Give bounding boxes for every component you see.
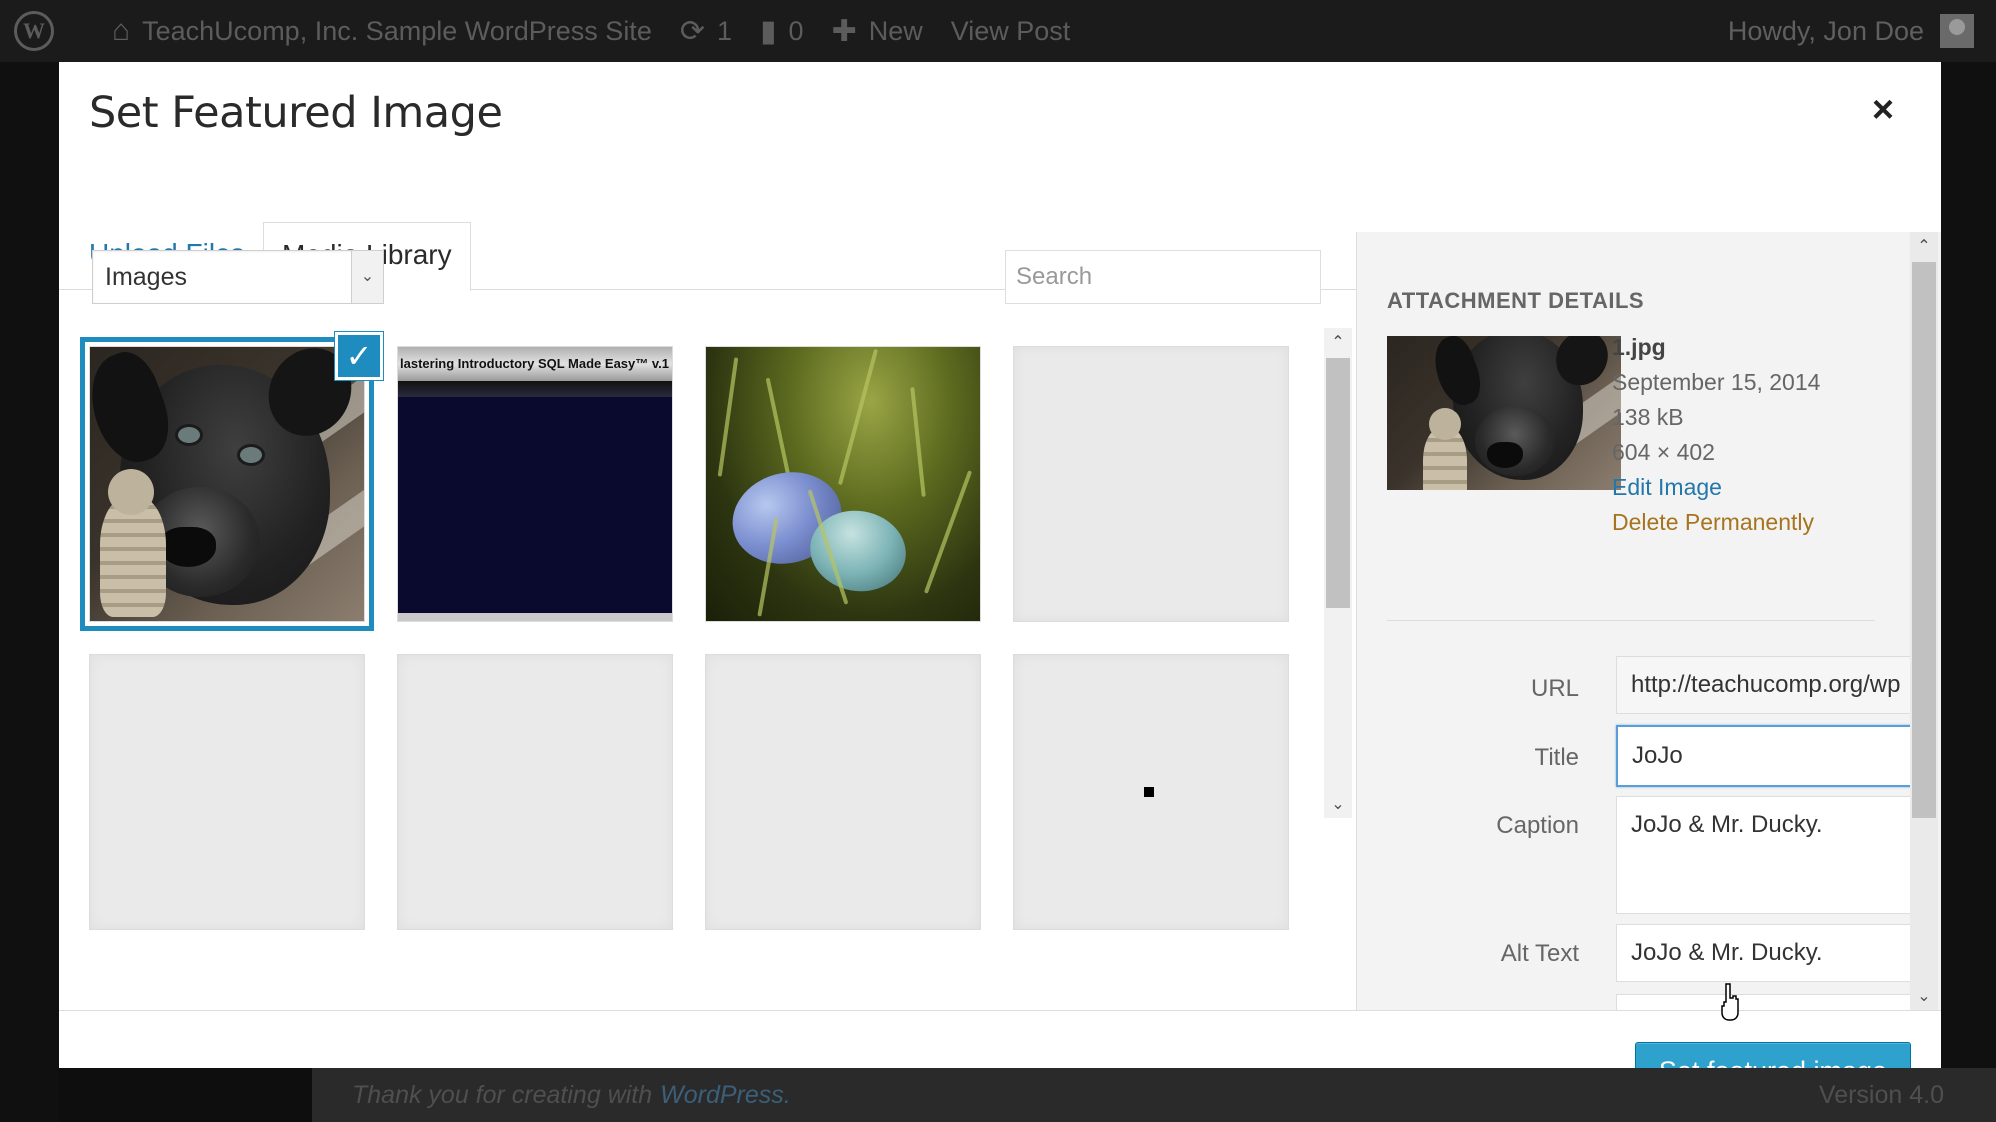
edit-image-link[interactable]: Edit Image (1612, 470, 1820, 505)
media-item-blank[interactable] (89, 654, 365, 930)
wordpress-link[interactable]: WordPress. (660, 1081, 791, 1110)
backdrop-left (0, 62, 59, 1122)
sql-banner-bar (398, 381, 672, 397)
new-content-link[interactable]: ✚ New (818, 0, 937, 62)
site-name-link[interactable]: ⌂ TeachUcomp, Inc. Sample WordPress Site (98, 0, 666, 62)
attachment-details-panel: ATTACHMENT DETAILS 1.jpg September 15, 2… (1356, 232, 1941, 1024)
media-item-blank[interactable] (705, 654, 981, 930)
comments-link[interactable]: ▮ 0 (746, 0, 818, 62)
comment-icon: ▮ (760, 14, 777, 48)
attachment-meta: 1.jpg September 15, 2014 138 kB 604 × 40… (1612, 330, 1820, 540)
background-footer: Thank you for creating with WordPress. V… (312, 1068, 1996, 1122)
home-icon: ⌂ (112, 14, 131, 47)
sql-banner-bottom (398, 613, 672, 621)
new-label: New (868, 15, 923, 46)
set-featured-image-button[interactable]: Set featured image (1635, 1042, 1911, 1068)
media-item-blank[interactable] (1013, 346, 1289, 622)
comments-count: 0 (788, 15, 804, 46)
thanks-text: Thank you for creating with (352, 1080, 653, 1109)
account-menu[interactable]: Howdy, Jon Doe (1728, 14, 1996, 48)
dog-nose (1487, 442, 1523, 468)
attachment-size: 138 kB (1612, 404, 1684, 430)
caption-field[interactable]: JoJo & Mr. Ducky. (1616, 796, 1934, 914)
selected-check-icon[interactable]: ✓ (335, 332, 383, 380)
grass-blade (765, 377, 791, 477)
toy-duck (100, 469, 166, 617)
version-text: Version 4.0 (1818, 1080, 1944, 1109)
updates-icon: ⟳ (679, 14, 705, 48)
scroll-down-icon[interactable]: ⌄ (1324, 790, 1352, 818)
toy-duck (1423, 408, 1467, 490)
dog-photo (90, 347, 364, 621)
dog-eye (178, 427, 200, 443)
media-type-select[interactable]: Images ⌄ (92, 250, 384, 304)
dog-nose (160, 527, 216, 567)
alt-text-label: Alt Text (1500, 940, 1579, 967)
close-icon[interactable]: × (1863, 90, 1903, 130)
site-name-label: TeachUcomp, Inc. Sample WordPress Site (142, 15, 652, 46)
title-field[interactable]: JoJo (1616, 725, 1934, 787)
media-item-eggs[interactable] (705, 346, 981, 622)
media-item-sql[interactable]: lastering Introductory SQL Made Easy™ v.… (397, 346, 673, 622)
details-divider (1387, 620, 1875, 621)
media-type-selected: Images (105, 263, 187, 291)
updates-count: 1 (716, 15, 733, 46)
modal-title: Set Featured Image (89, 88, 503, 138)
media-modal: Set Featured Image × Upload Files Media … (59, 62, 1941, 1068)
dog-eye (240, 447, 262, 463)
scroll-up-icon[interactable]: ⌃ (1324, 328, 1352, 356)
hand-cursor-icon (1721, 983, 1739, 1021)
title-label: Title (1534, 744, 1579, 771)
url-label: URL (1530, 675, 1579, 702)
grid-scrollbar[interactable]: ⌃ ⌄ (1324, 328, 1352, 818)
attachment-filename: 1.jpg (1612, 334, 1666, 360)
plus-icon: ✚ (831, 14, 857, 48)
media-item-dog[interactable] (80, 337, 374, 631)
updates-link[interactable]: ⟳ 1 (666, 0, 746, 62)
admin-bar: W ⌂ TeachUcomp, Inc. Sample WordPress Si… (0, 0, 1996, 62)
dog-photo (1387, 336, 1621, 490)
media-grid: lastering Introductory SQL Made Easy™ v.… (80, 332, 1389, 1016)
grid-scroll-thumb[interactable] (1326, 358, 1350, 608)
screen: W ⌂ TeachUcomp, Inc. Sample WordPress Si… (0, 0, 1996, 1122)
media-item-blank[interactable] (397, 654, 673, 930)
grass-blade (923, 470, 973, 594)
chevron-down-icon: ⌄ (351, 251, 383, 303)
grass-blade (910, 387, 926, 497)
sidebar-scrollbar[interactable]: ⌃ ⌄ (1910, 232, 1938, 1010)
url-field[interactable]: http://teachucomp.org/wp (1616, 656, 1934, 714)
grass-blade (717, 357, 739, 477)
alt-text-field[interactable]: JoJo & Mr. Ducky. (1616, 924, 1934, 982)
avatar (1940, 14, 1974, 48)
attachment-date: September 15, 2014 (1612, 369, 1821, 395)
attachment-details-heading: ATTACHMENT DETAILS (1387, 288, 1645, 313)
caption-text: JoJo & Mr. Ducky. (1631, 811, 1823, 838)
attachment-thumbnail (1387, 336, 1621, 490)
caption-label: Caption (1496, 812, 1579, 839)
sql-banner-image: lastering Introductory SQL Made Easy™ v.… (398, 347, 672, 621)
grass-blade (837, 348, 879, 486)
backdrop-right (1941, 62, 1996, 1122)
loading-dot (1144, 787, 1154, 797)
howdy-label: Howdy, Jon Doe (1727, 15, 1924, 46)
view-post-label: View Post (950, 15, 1071, 46)
search-input[interactable]: Search (1005, 250, 1321, 304)
wordpress-logo-icon[interactable]: W (14, 11, 54, 51)
media-item-blank[interactable] (1013, 654, 1289, 930)
delete-permanently-link[interactable]: Delete Permanently (1612, 505, 1820, 540)
sql-banner-text: lastering Introductory SQL Made Easy™ v.… (398, 347, 672, 381)
scroll-down-icon[interactable]: ⌄ (1910, 982, 1938, 1010)
sidebar-scroll-thumb[interactable] (1912, 262, 1936, 818)
eggs-photo (706, 347, 980, 621)
attachment-dimensions: 604 × 402 (1612, 439, 1715, 465)
scroll-up-icon[interactable]: ⌃ (1910, 232, 1938, 260)
view-post-link[interactable]: View Post (937, 0, 1085, 62)
